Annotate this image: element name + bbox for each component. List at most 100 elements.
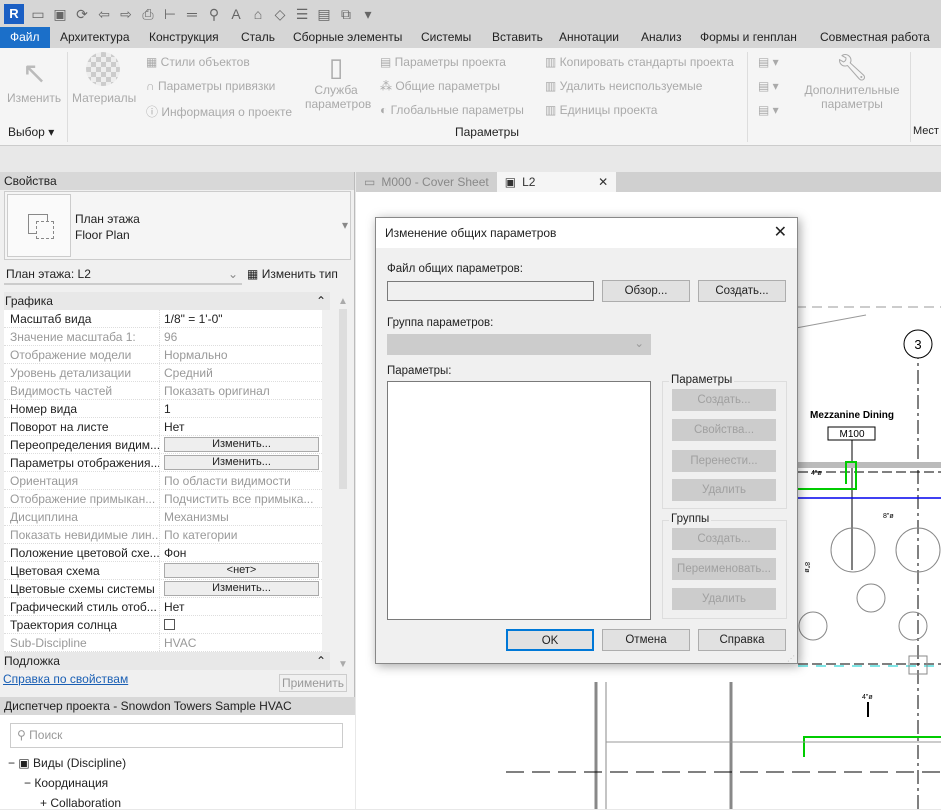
delete-parameter-button[interactable]: Удалить [672, 479, 776, 501]
ribbon-tab[interactable]: Сборные элементы [285, 27, 410, 48]
property-edit-button[interactable]: Изменить... [164, 437, 319, 452]
sync-icon[interactable]: ⟳ [74, 6, 90, 22]
group-graphics[interactable]: Графика ⌃ [4, 292, 330, 310]
sun-path-checkbox[interactable] [164, 619, 175, 630]
properties-scrollbar[interactable]: ▲ ▼ [336, 296, 350, 670]
materials-button[interactable]: Материалы [72, 91, 136, 105]
shared-parameters-button[interactable]: ⁂ Общие параметры [380, 79, 500, 93]
create-parameter-button[interactable]: Создать... [672, 389, 776, 411]
apply-button[interactable]: Применить [279, 674, 347, 692]
settings-dropdown-3[interactable]: ▤ ▾ [758, 103, 779, 117]
parameter-group-select[interactable]: ⌄ [387, 334, 651, 355]
instance-selector[interactable]: План этажа: L2 ⌄ [4, 265, 242, 285]
property-row: Положение цветовой схе... Фон [4, 544, 322, 562]
section-icon[interactable]: ◇ [272, 6, 288, 22]
additional-settings-button[interactable]: 🔧︎ Дополнительные параметры [802, 52, 902, 111]
property-value: 96 [164, 330, 178, 344]
chevron-down-icon: ⌄ [227, 267, 238, 281]
undo-icon[interactable]: ⇦ [96, 6, 112, 22]
property-value[interactable]: 1 [160, 400, 322, 417]
property-name: Цветовые схемы системы [4, 580, 160, 597]
ribbon-tab[interactable]: Сталь [233, 27, 283, 48]
revit-logo[interactable]: R [4, 3, 24, 24]
project-units-button[interactable]: ▥ Единицы проекта [545, 103, 657, 117]
ok-button[interactable]: OK [506, 629, 594, 651]
tree-item[interactable]: − ▣ Виды (Discipline) [8, 756, 126, 770]
browse-button[interactable]: Обзор... [602, 280, 690, 302]
group-underlay[interactable]: Подложка ⌃ [4, 652, 330, 670]
create-group-button[interactable]: Создать... [672, 528, 776, 550]
left-panel: Свойства План этажа Floor Plan ▾ План эт… [0, 172, 355, 810]
ribbon-tab[interactable]: Анализ [633, 27, 690, 48]
expand-icon[interactable]: + [40, 796, 47, 810]
property-value[interactable]: Фон [160, 544, 322, 561]
edit-type-button[interactable]: ▦ Изменить тип [247, 265, 338, 283]
home-icon[interactable]: ⌂ [250, 6, 266, 22]
ribbon-tab[interactable]: Архитектура [52, 27, 138, 48]
ribbon-tab[interactable]: Системы [413, 27, 479, 48]
parameter-service-button[interactable]: ▯ Служба параметров [305, 52, 371, 111]
open-icon[interactable]: ▭ [30, 6, 46, 22]
tree-item[interactable]: − Координация [24, 776, 108, 790]
move-parameter-button[interactable]: Перенести... [672, 450, 776, 472]
tab-cover-sheet[interactable]: ▭ M000 - Cover Sheet [356, 172, 497, 192]
browser-search-input[interactable]: ⚲ Поиск [10, 723, 343, 748]
close-windows-icon[interactable]: ▤ [316, 6, 332, 22]
dimension-icon[interactable]: ═ [184, 6, 200, 22]
collapse-icon[interactable]: − [24, 776, 31, 790]
ribbon-tab[interactable]: Аннотации [551, 27, 627, 48]
settings-dropdown-1[interactable]: ▤ ▾ [758, 55, 779, 69]
purge-unused-button[interactable]: ▥ Удалить неиспользуемые [545, 79, 702, 93]
file-path-input[interactable] [387, 281, 594, 301]
edit-shared-parameters-dialog: Изменение общих параметров ✕ Файл общих п… [375, 217, 798, 664]
global-parameters-button[interactable]: ◐ Глобальные параметры [380, 103, 524, 117]
tables [798, 527, 941, 641]
save-icon[interactable]: ▣ [52, 6, 68, 22]
close-tab-icon[interactable]: ✕ [598, 172, 608, 192]
panel-settings-label: Параметры [455, 125, 519, 139]
parameters-list[interactable] [387, 381, 651, 620]
property-value[interactable]: Нет [160, 598, 322, 615]
ribbon-tab[interactable]: Конструкция [141, 27, 227, 48]
ribbon-tab[interactable]: Файл [0, 27, 50, 48]
ribbon-tab[interactable]: Формы и генплан [692, 27, 805, 48]
property-edit-button[interactable]: <нет> [164, 563, 319, 578]
ribbon-tab[interactable]: Совместная работа [812, 27, 938, 48]
collapse-icon[interactable]: − [8, 756, 15, 770]
project-parameters-button[interactable]: ▤ Параметры проекта [380, 55, 506, 69]
snaps-button[interactable]: ∩ Параметры привязки [146, 79, 275, 93]
object-styles-button[interactable]: ▦ Стили объектов [146, 55, 250, 69]
ribbon-tab[interactable]: Вставить [484, 27, 551, 48]
customize-icon[interactable]: ▾ [360, 6, 376, 22]
project-info-button[interactable]: ⓘ Информация о проекте [146, 103, 292, 120]
text-icon[interactable]: A [228, 6, 244, 22]
property-value[interactable]: Нет [160, 418, 322, 435]
tree-item[interactable]: + Collaboration [40, 796, 121, 810]
close-icon[interactable]: ✕ [774, 218, 787, 248]
property-edit-button[interactable]: Изменить... [164, 581, 319, 596]
type-selector[interactable]: План этажа Floor Plan ▾ [4, 191, 351, 260]
thin-lines-icon[interactable]: ☰ [294, 6, 310, 22]
tag-icon[interactable]: ⚲ [206, 6, 222, 22]
print-icon[interactable]: ⎙ [140, 6, 156, 22]
panel-select[interactable]: Выбор ▾ [8, 125, 54, 139]
property-value[interactable]: 1/8" = 1'-0" [160, 310, 322, 327]
properties-help-link[interactable]: Справка по свойствам [3, 672, 128, 686]
delete-group-button[interactable]: Удалить [672, 588, 776, 610]
parameter-properties-button[interactable]: Свойства... [672, 419, 776, 441]
property-edit-button[interactable]: Изменить... [164, 455, 319, 470]
modify-button[interactable]: Изменить [7, 91, 61, 105]
measure-icon[interactable]: ⊢ [162, 6, 178, 22]
resize-grip-icon[interactable]: ⋰ [787, 654, 795, 663]
create-file-button[interactable]: Создать... [698, 280, 786, 302]
help-button[interactable]: Справка [698, 629, 786, 651]
grid-label: 3 [914, 337, 921, 352]
transfer-standards-button[interactable]: ▥ Копировать стандарты проекта [545, 55, 734, 69]
cancel-button[interactable]: Отмена [602, 629, 690, 651]
settings-dropdown-2[interactable]: ▤ ▾ [758, 79, 779, 93]
redo-icon[interactable]: ⇨ [118, 6, 134, 22]
switch-windows-icon[interactable]: ⧉ [338, 6, 354, 22]
tab-l2[interactable]: ▣ L2 ✕ [496, 172, 617, 192]
property-name: Отображение примыкан... [4, 490, 160, 507]
rename-group-button[interactable]: Переименовать... [672, 558, 776, 580]
